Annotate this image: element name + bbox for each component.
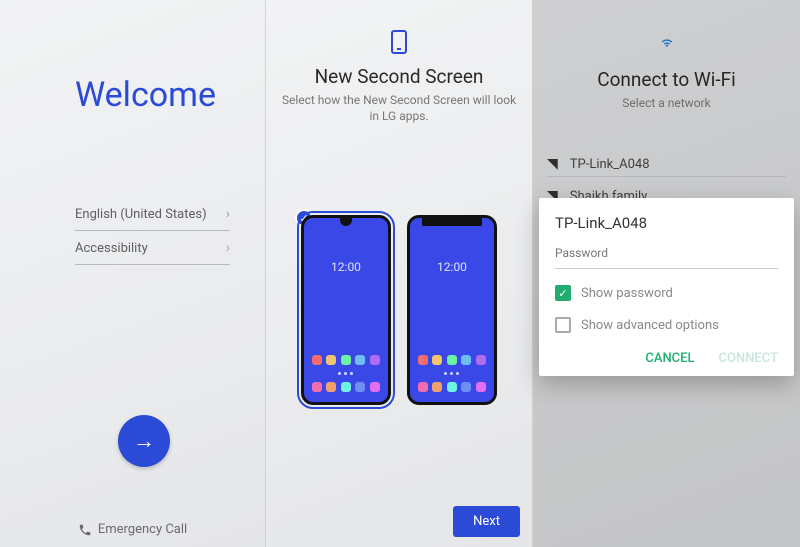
accessibility-button[interactable]: Accessibility › [75,232,230,265]
chevron-right-icon: › [226,240,230,256]
phone-outline-icon [391,30,407,54]
chevron-right-icon: › [226,206,230,222]
welcome-title: Welcome [75,75,216,115]
connect-button[interactable]: CONNECT [719,351,778,366]
page-subtitle: Select how the New Second Screen will lo… [280,92,518,124]
welcome-screen: Welcome English (United States) › Access… [0,0,266,547]
password-input[interactable] [555,240,778,269]
wifi-password-dialog: TP-Link_A048 ✓ Show password Show advanc… [539,198,794,376]
arrow-right-icon: → [133,428,155,454]
cancel-button[interactable]: CANCEL [645,351,694,366]
app-grid-preview [312,355,380,392]
wifi-screen: Connect to Wi-Fi Select a network ◥ TP-L… [533,0,800,547]
emergency-call-label: Emergency Call [98,522,187,537]
page-title: New Second Screen [266,65,532,88]
language-selector[interactable]: English (United States) › [75,198,230,231]
language-value: English (United States) [75,207,207,222]
show-advanced-option[interactable]: Show advanced options [555,317,778,333]
next-fab-button[interactable]: → [118,415,170,467]
phone-icon [78,523,92,537]
accessibility-label: Accessibility [75,241,148,256]
clock-preview: 12:00 [304,260,388,274]
app-grid-preview [418,355,486,392]
screen-style-options: ✓ 12:00 12:00 [266,215,532,405]
dialog-actions: CANCEL CONNECT [555,351,778,366]
dialog-title: TP-Link_A048 [555,214,778,232]
next-button[interactable]: Next [453,506,520,537]
checkbox-checked-icon: ✓ [555,285,571,301]
show-advanced-label: Show advanced options [581,318,719,333]
second-screen-setup: New Second Screen Select how the New Sec… [266,0,533,547]
emergency-call-button[interactable]: Emergency Call [0,522,265,537]
show-password-option[interactable]: ✓ Show password [555,285,778,301]
screen-option-notch[interactable]: ✓ 12:00 [301,215,391,405]
checkbox-unchecked-icon [555,317,571,333]
show-password-label: Show password [581,286,673,301]
screen-option-flat[interactable]: 12:00 [407,215,497,405]
clock-preview: 12:00 [410,260,494,274]
